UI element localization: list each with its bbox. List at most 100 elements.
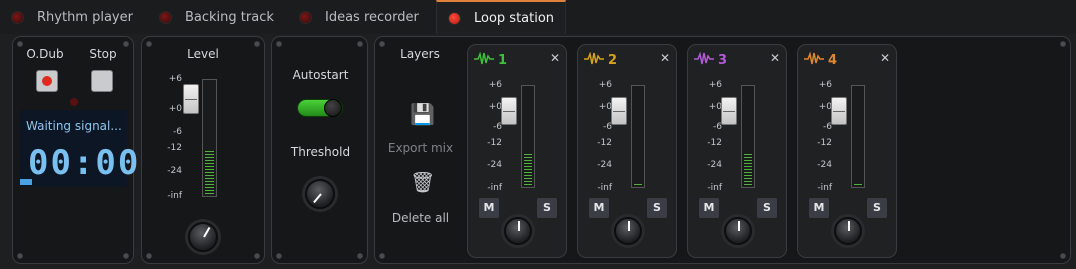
progress-indicator [20,179,32,185]
meter-segment [744,169,752,170]
channel-meter [521,85,535,188]
meter-segment [744,163,752,164]
meter-segment [524,160,532,161]
channel-fader[interactable] [611,97,627,125]
meter-segment [205,163,214,164]
channel-meter [631,85,645,188]
threshold-knob[interactable] [305,179,335,209]
tab-ideas-recorder[interactable]: Ideas recorder [300,0,435,34]
layers-label: Layers [400,47,440,61]
tab-led-icon [160,11,171,23]
layer-channel-4: 4 ✕ +6 +0 -6 -12 -24 -inf M S [797,44,897,258]
meter-segment [205,157,214,158]
tab-backing-track[interactable]: Backing track [160,0,295,34]
mute-button[interactable]: M [589,198,609,218]
solo-button[interactable]: S [757,198,777,218]
transport-panel: O.Dub Stop Waiting signal... 00:00 [12,36,138,264]
stop-button[interactable] [91,70,113,92]
tab-rhythm-player[interactable]: Rhythm player [12,0,157,34]
record-icon [42,76,52,86]
tab-bar: Rhythm player Backing track Ideas record… [0,0,1076,34]
mute-button[interactable]: M [479,198,499,218]
meter-segment [634,184,642,185]
solo-button[interactable]: S [537,198,557,218]
meter-segment [524,169,532,170]
meter-segment [524,163,532,164]
meter-segment [524,184,532,185]
level-knob[interactable] [188,222,218,252]
level-meter [202,79,217,197]
channel-scale: +6 +0 -6 -12 -24 -inf [707,80,722,193]
mute-button[interactable]: M [699,198,719,218]
close-icon[interactable]: ✕ [550,51,560,65]
meter-segment [205,175,214,176]
layer-volume-knob[interactable] [724,217,752,245]
meter-segment [744,181,752,182]
level-panel: Level +6 +0 -6 -12 -24 -inf [141,36,265,264]
close-icon[interactable]: ✕ [770,51,780,65]
layer-number: 3 [718,53,728,68]
tab-label: Ideas recorder [325,9,419,25]
meter-segment [854,184,862,185]
layer-volume-knob[interactable] [504,217,532,245]
solo-button[interactable]: S [867,198,887,218]
threshold-label: Threshold [290,145,351,159]
level-label: Level [187,47,219,61]
layer-channel-3: 3 ✕ +6 +0 -6 -12 -24 -inf M S [687,44,787,258]
solo-button[interactable]: S [647,198,667,218]
tab-led-icon [12,11,23,23]
tab-label: Loop station [474,10,555,26]
channel-meter [741,85,755,188]
channel-fader[interactable] [831,97,847,125]
meter-segment [744,178,752,179]
close-icon[interactable]: ✕ [660,51,670,65]
close-icon[interactable]: ✕ [880,51,890,65]
waveform-line [694,52,714,65]
meter-segment [205,181,214,182]
time-display: Waiting signal... 00:00 [20,110,138,187]
channel-scale: +6 +0 -6 -12 -24 -inf [487,80,502,193]
channel-meter [851,85,865,188]
meter-segment [524,172,532,173]
meter-segment [744,166,752,167]
autostart-label: Autostart [292,68,349,82]
channel-scale: +6 +0 -6 -12 -24 -inf [817,80,832,193]
delete-all-button[interactable]: Delete all [383,211,458,225]
meter-segment [524,166,532,167]
waveform-line [584,52,604,65]
meter-segment [524,178,532,179]
waveform-icon [474,52,494,65]
tab-loop-station[interactable]: Loop station [436,0,566,34]
channel-fader[interactable] [721,97,737,125]
tab-led-icon [300,11,311,23]
meter-segment [205,184,214,185]
layer-number: 2 [608,53,618,68]
layer-volume-knob[interactable] [614,217,642,245]
autostart-panel: Autostart Threshold [271,36,368,264]
tab-label: Rhythm player [37,9,133,25]
waveform-icon [804,52,824,65]
autostart-toggle[interactable] [297,99,343,117]
meter-segment [524,175,532,176]
level-fader[interactable] [183,84,199,114]
status-text: Waiting signal... [26,119,122,133]
layer-number: 1 [498,53,508,68]
export-mix-button[interactable]: Export mix [383,141,458,155]
meter-segment [524,157,532,158]
channel-fader[interactable] [501,97,517,125]
waveform-icon [584,52,604,65]
export-mix-icon[interactable]: 💾 [410,102,435,126]
level-scale: +6 +0 -6 -12 -24 -inf [167,74,182,201]
mute-button[interactable]: M [809,198,829,218]
tab-led-icon [449,12,460,24]
meter-segment [205,154,214,155]
meter-segment [744,172,752,173]
meter-segment [205,172,214,173]
meter-segment [744,184,752,185]
odub-label: O.Dub [26,47,64,61]
overdub-button[interactable] [36,70,58,92]
waveform-line [474,52,494,65]
layer-volume-knob[interactable] [834,217,862,245]
waveform-icon [694,52,714,65]
trash-icon[interactable]: 🗑 [410,170,435,194]
